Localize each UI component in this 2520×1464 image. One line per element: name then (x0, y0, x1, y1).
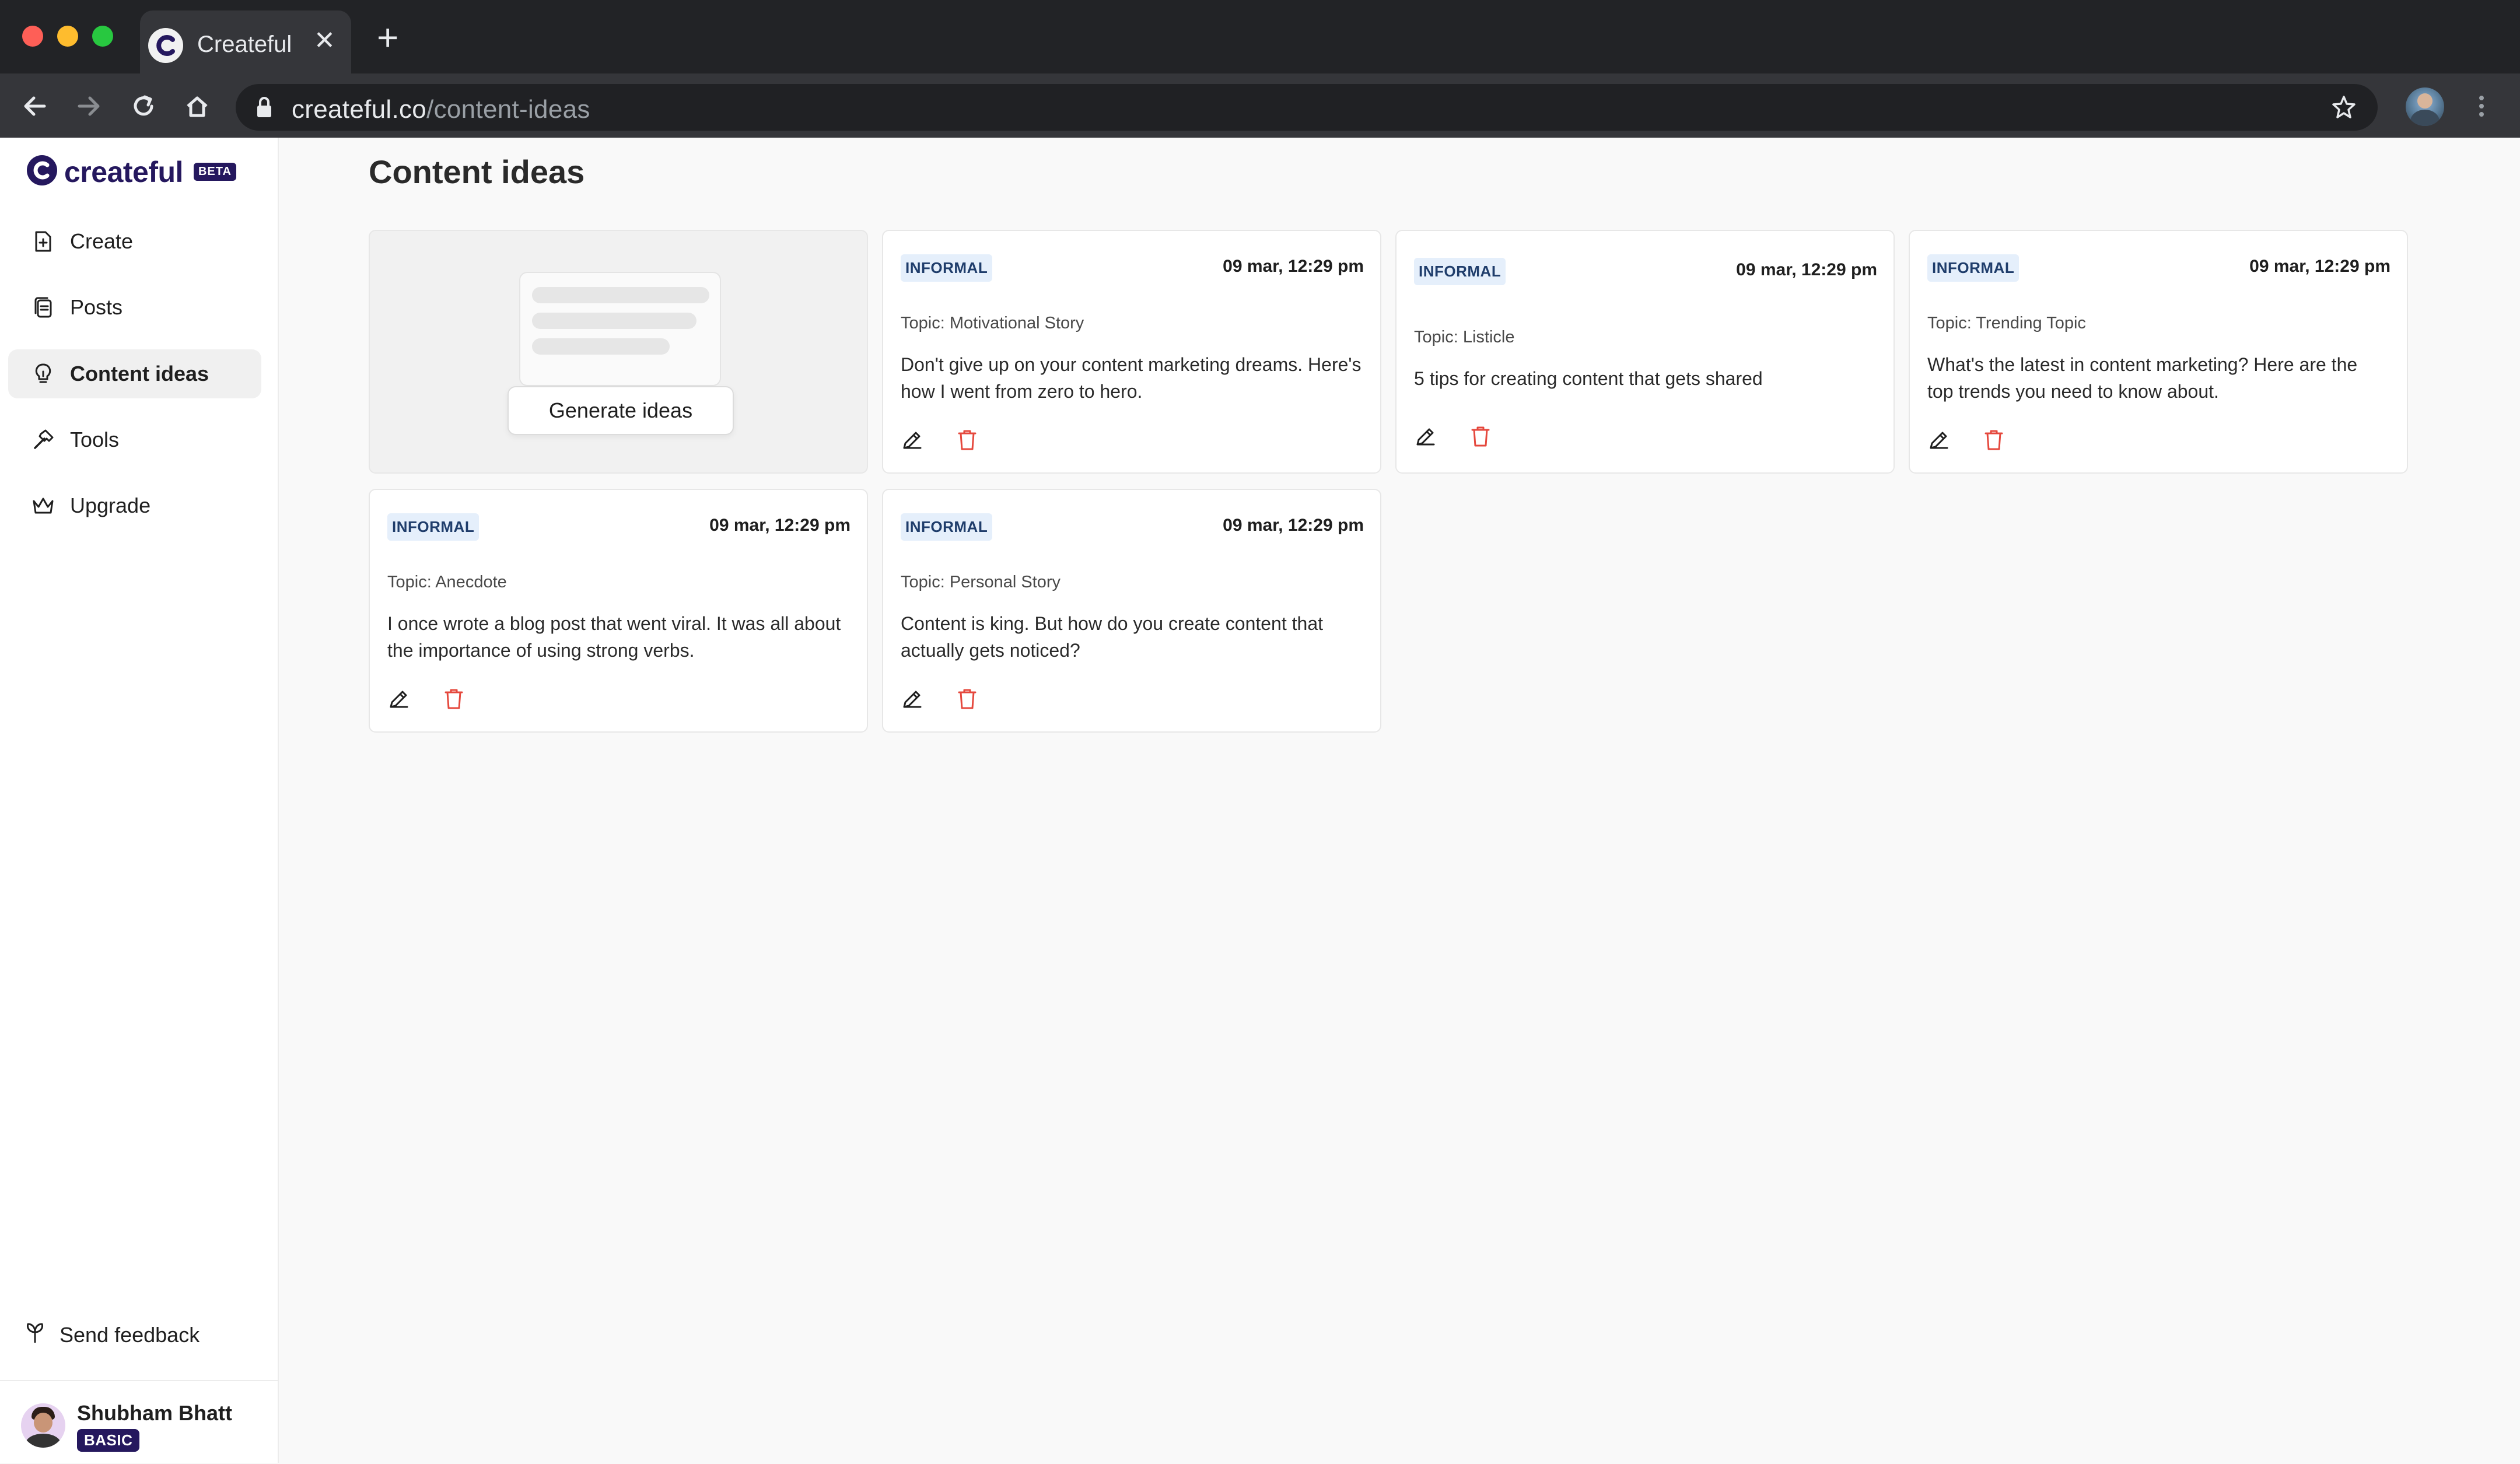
idea-date: 09 mar, 12:29 pm (1736, 260, 1877, 279)
sidebar: createful BETA Create Posts Content idea… (0, 138, 279, 1463)
browser-chrome: Createful ✕ + createful.co/content-ideas (0, 0, 2520, 138)
idea-topic: Topic: Motivational Story (901, 314, 1084, 332)
idea-topic: Topic: Listicle (1414, 328, 1515, 346)
idea-card: INFORMAL 09 mar, 12:29 pm Topic: Motivat… (882, 230, 1381, 474)
close-tab-icon[interactable]: ✕ (314, 28, 335, 54)
edit-pencil-icon[interactable] (897, 425, 928, 455)
browser-toolbar: createful.co/content-ideas (0, 73, 2520, 138)
beta-badge: BETA (193, 163, 236, 181)
sidebar-item-label: Content ideas (70, 362, 209, 386)
edit-pencil-icon[interactable] (1410, 421, 1441, 451)
browser-tab[interactable]: Createful ✕ (140, 10, 351, 73)
idea-card: INFORMAL 09 mar, 12:29 pm Topic: Anecdot… (369, 489, 868, 733)
brand-logo[interactable]: createful BETA (26, 154, 236, 190)
plan-badge: BASIC (77, 1429, 140, 1452)
idea-topic: Topic: Trending Topic (1927, 314, 2086, 332)
crown-icon (30, 493, 56, 519)
browser-profile-avatar[interactable] (2406, 87, 2444, 126)
home-icon[interactable] (180, 89, 215, 124)
user-avatar (21, 1403, 65, 1448)
idea-date: 09 mar, 12:29 pm (2249, 257, 2390, 276)
document-stack-icon (30, 295, 56, 320)
idea-text: Don't give up on your content marketing … (901, 354, 1362, 402)
sidebar-item-create[interactable]: Create (8, 217, 261, 266)
sidebar-item-upgrade[interactable]: Upgrade (8, 481, 261, 530)
sidebar-item-tools[interactable]: Tools (8, 415, 261, 464)
minimize-window-button[interactable] (57, 26, 78, 47)
url-text: createful.co/content-ideas (292, 95, 590, 124)
generate-ideas-button[interactable]: Generate ideas (508, 386, 734, 435)
new-tab-icon[interactable]: + (377, 19, 398, 56)
sidebar-item-label: Posts (70, 295, 123, 319)
tone-badge: INFORMAL (1414, 258, 1506, 285)
idea-card: INFORMAL 09 mar, 12:29 pm Topic: Listicl… (1395, 230, 1895, 474)
idea-topic: Topic: Anecdote (387, 573, 507, 591)
idea-text: 5 tips for creating content that gets sh… (1414, 368, 1763, 389)
tab-title: Createful (197, 31, 292, 57)
reload-icon[interactable] (126, 89, 161, 124)
lock-icon (256, 96, 273, 122)
idea-date: 09 mar, 12:29 pm (1223, 516, 1364, 535)
tone-badge: INFORMAL (901, 254, 993, 282)
createful-logo-icon (26, 154, 58, 190)
edit-pencil-icon[interactable] (897, 684, 928, 714)
address-bar[interactable]: createful.co/content-ideas (236, 84, 2378, 131)
idea-text: What's the latest in content marketing? … (1927, 354, 2358, 402)
forward-icon[interactable] (71, 89, 106, 124)
sidebar-item-label: Tools (70, 428, 120, 451)
sidebar-item-content-ideas[interactable]: Content ideas (8, 349, 261, 398)
send-feedback-label: Send feedback (60, 1322, 200, 1347)
user-name: Shubham Bhatt (77, 1401, 232, 1425)
sidebar-item-label: Create (70, 229, 134, 253)
delete-trash-icon[interactable] (952, 425, 982, 455)
browser-menu-icon[interactable] (2464, 89, 2499, 124)
back-icon[interactable] (18, 89, 52, 124)
brand-name: createful (64, 155, 183, 188)
delete-trash-icon[interactable] (439, 684, 469, 714)
idea-card: INFORMAL 09 mar, 12:29 pm Topic: Persona… (882, 489, 1381, 733)
idea-topic: Topic: Personal Story (901, 573, 1061, 591)
idea-card: INFORMAL 09 mar, 12:29 pm Topic: Trendin… (1909, 230, 2408, 474)
close-window-button[interactable] (22, 26, 43, 47)
feedback-leaf-icon (23, 1322, 47, 1348)
edit-pencil-icon[interactable] (384, 684, 414, 714)
delete-trash-icon[interactable] (1465, 421, 1496, 451)
tone-badge: INFORMAL (1927, 254, 2020, 282)
delete-trash-icon[interactable] (1979, 425, 2009, 455)
sidebar-item-posts[interactable]: Posts (8, 283, 261, 332)
send-feedback-button[interactable]: Send feedback (23, 1322, 200, 1348)
idea-date: 09 mar, 12:29 pm (1223, 257, 1364, 276)
idea-date: 09 mar, 12:29 pm (709, 516, 850, 535)
idea-text: I once wrote a blog post that went viral… (387, 613, 841, 661)
file-plus-icon (30, 229, 56, 254)
sidebar-item-label: Upgrade (70, 493, 151, 517)
user-profile[interactable]: Shubham Bhatt BASIC (0, 1380, 278, 1464)
tone-badge: INFORMAL (901, 513, 993, 541)
hammer-icon (30, 427, 56, 453)
tone-badge: INFORMAL (387, 513, 480, 541)
generate-ideas-card: Generate ideas (369, 230, 868, 474)
placeholder-illustration (519, 272, 721, 386)
lightbulb-icon (30, 361, 56, 387)
maximize-window-button[interactable] (92, 26, 113, 47)
bookmark-star-icon[interactable] (2331, 94, 2357, 123)
idea-text: Content is king. But how do you create c… (901, 613, 1323, 661)
createful-favicon-icon (148, 28, 183, 63)
delete-trash-icon[interactable] (952, 684, 982, 714)
page-title: Content ideas (369, 153, 585, 190)
edit-pencil-icon[interactable] (1924, 425, 1954, 455)
